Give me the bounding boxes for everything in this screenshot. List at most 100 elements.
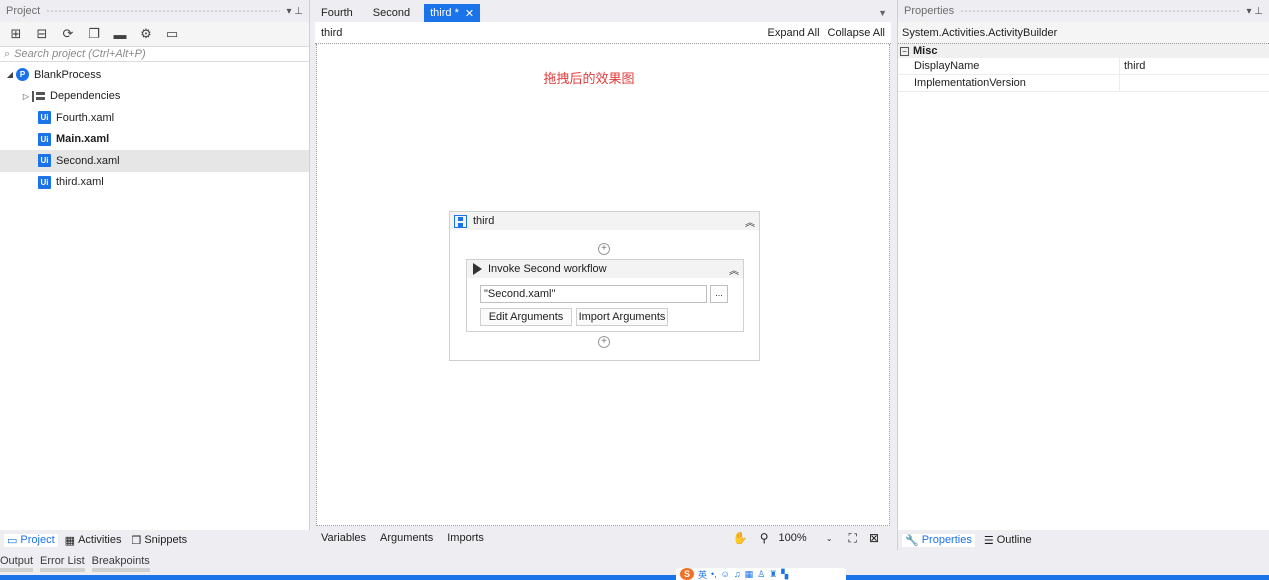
- collapse-box-icon[interactable]: −: [900, 46, 909, 56]
- invoke-workflow-activity[interactable]: Invoke Second workflow ︽ "Second.xaml" .…: [466, 259, 744, 332]
- import-arguments-button[interactable]: Import Arguments: [576, 308, 668, 326]
- collapse-icon[interactable]: ︽: [745, 214, 755, 229]
- user-icon[interactable]: ♙: [757, 569, 765, 580]
- panel-grip[interactable]: [960, 8, 1241, 14]
- variables-tab[interactable]: Variables: [321, 532, 366, 544]
- tab-breakpoints[interactable]: Breakpoints: [91, 555, 150, 572]
- tab-outline[interactable]: ☰ Outline: [981, 534, 1035, 547]
- tab-properties[interactable]: 🔧 Properties: [902, 533, 975, 547]
- project-tree: ◢ P BlankProcess ▷ Dependencies Ui Fourt…: [0, 62, 309, 532]
- breadcrumb-current[interactable]: third: [321, 27, 342, 39]
- tree-item-label: Main.xaml: [56, 133, 110, 146]
- annotation-text: 拖拽后的效果图: [543, 71, 635, 86]
- image-icon[interactable]: ▭: [164, 26, 180, 42]
- designer-bottom-bar: Variables Arguments Imports ✋ ⚲ 100% ⌄ ⛶…: [315, 526, 891, 550]
- tab-label: Second: [372, 7, 411, 19]
- snippets-icon: ❒: [131, 534, 142, 547]
- tab-second[interactable]: Second: [367, 4, 416, 22]
- keyboard-icon[interactable]: ▦: [745, 569, 754, 580]
- tree-item-main[interactable]: Ui Main.xaml: [0, 129, 309, 151]
- sequence-title: third: [473, 215, 495, 227]
- add-activity-icon[interactable]: +: [598, 243, 610, 255]
- property-row: DisplayName third: [898, 58, 1269, 75]
- project-panel-header: Project ▾ ⊥: [0, 0, 309, 22]
- panel-grip[interactable]: [46, 8, 281, 14]
- search-icon[interactable]: ⚲: [760, 531, 769, 545]
- ime-toolbar[interactable]: S 英 •, ☺ ♫ ▦ ♙ ♜ ▚: [676, 568, 846, 580]
- property-name: ImplementationVersion: [898, 75, 1120, 91]
- workflow-path-input[interactable]: "Second.xaml": [480, 285, 707, 303]
- expanded-arrow-icon[interactable]: ◢: [4, 70, 16, 79]
- tree-item-blankprocess[interactable]: ◢ P BlankProcess: [0, 64, 309, 86]
- edit-arguments-button[interactable]: Edit Arguments: [480, 308, 572, 326]
- tab-label: Outline: [996, 534, 1032, 546]
- invoke-header[interactable]: Invoke Second workflow ︽: [467, 260, 743, 278]
- sequence-activity[interactable]: third ︽ + Invoke Second workflow ︽ "Seco…: [449, 211, 760, 361]
- tab-error-list[interactable]: Error List: [40, 555, 85, 572]
- collapse-icon[interactable]: ︽: [729, 262, 739, 277]
- shirt-icon[interactable]: ♜: [769, 569, 777, 580]
- tab-snippets[interactable]: ❒ Snippets: [128, 534, 190, 547]
- properties-panel-header: Properties ▾ ⊥: [898, 0, 1269, 22]
- outline-icon: ☰: [983, 534, 994, 547]
- ui-file-icon: Ui: [38, 111, 51, 125]
- overview-icon[interactable]: ⊠: [869, 531, 879, 545]
- tab-project[interactable]: ▭ Project: [4, 533, 58, 547]
- property-category[interactable]: − Misc: [898, 44, 1269, 58]
- process-icon: P: [16, 68, 29, 82]
- expand-all-link[interactable]: Expand All: [768, 27, 820, 39]
- project-panel-title: Project: [6, 5, 41, 17]
- tab-output[interactable]: Output: [0, 555, 34, 572]
- browse-button[interactable]: ...: [710, 285, 728, 303]
- document-tabs: Fourth Second third * ✕ ▼: [315, 0, 891, 22]
- refresh-icon[interactable]: ⟳: [60, 26, 76, 42]
- fit-to-screen-icon[interactable]: ⛶: [849, 531, 857, 546]
- imports-tab[interactable]: Imports: [447, 532, 484, 544]
- tab-fourth[interactable]: Fourth: [315, 4, 359, 22]
- punctuation-icon[interactable]: •,: [711, 569, 717, 579]
- tree-item-dependencies[interactable]: ▷ Dependencies: [0, 86, 309, 108]
- workflow-canvas[interactable]: 拖拽后的效果图 third ︽ + Invoke Second workflow…: [316, 44, 890, 526]
- collapse-all-icon[interactable]: ⊟: [34, 26, 50, 42]
- tab-third[interactable]: third * ✕: [424, 4, 481, 22]
- tree-item-label: Fourth.xaml: [56, 111, 115, 124]
- ui-file-icon: Ui: [38, 175, 51, 189]
- property-value-input[interactable]: [1120, 75, 1269, 91]
- ime-language[interactable]: 英: [698, 568, 707, 580]
- breadcrumb: third Expand All Collapse All: [315, 22, 891, 44]
- microphone-icon[interactable]: ♫: [734, 569, 741, 579]
- pin-icon[interactable]: ▾ ⊥: [1246, 6, 1263, 17]
- status-bar: [0, 575, 1269, 580]
- right-panel-tabs: 🔧 Properties ☰ Outline: [898, 530, 1269, 550]
- copy-icon[interactable]: ❐: [86, 26, 102, 42]
- project-toolbar: ⊞ ⊟ ⟳ ❐ ▬ ⚙ ▭: [0, 22, 309, 46]
- sequence-header[interactable]: third ︽: [450, 212, 759, 230]
- bottom-tabs: Output Error List Breakpoints: [0, 553, 150, 573]
- collapse-all-link[interactable]: Collapse All: [828, 27, 885, 39]
- emoji-icon[interactable]: ☺: [721, 569, 730, 579]
- search-input[interactable]: ⌕ Search project (Ctrl+Alt+P): [0, 46, 309, 62]
- wrench-icon: 🔧: [905, 534, 919, 547]
- pin-icon[interactable]: ▾ ⊥: [286, 6, 303, 17]
- chevron-down-icon[interactable]: ▼: [874, 8, 891, 22]
- tab-label: Fourth: [321, 7, 353, 19]
- tab-activities[interactable]: ▦ Activities: [62, 534, 125, 547]
- grid-icon[interactable]: ▚: [781, 569, 788, 580]
- collapsed-arrow-icon[interactable]: ▷: [20, 92, 32, 101]
- tree-item-second[interactable]: Ui Second.xaml: [0, 150, 309, 172]
- property-value-input[interactable]: third: [1120, 58, 1269, 74]
- tree-item-fourth[interactable]: Ui Fourth.xaml: [0, 107, 309, 129]
- expand-all-icon[interactable]: ⊞: [8, 26, 24, 42]
- search-placeholder: Search project (Ctrl+Alt+P): [14, 48, 146, 60]
- hand-icon[interactable]: ✋: [733, 531, 748, 545]
- gear-icon[interactable]: ⚙: [138, 26, 154, 42]
- arguments-tab[interactable]: Arguments: [380, 532, 433, 544]
- close-icon[interactable]: ✕: [465, 7, 474, 20]
- designer-panel: Fourth Second third * ✕ ▼ third Expand A…: [315, 0, 891, 550]
- tab-label: Activities: [78, 534, 122, 546]
- dependencies-icon: [32, 90, 45, 102]
- folder-icon[interactable]: ▬: [112, 26, 128, 42]
- add-activity-icon[interactable]: +: [598, 336, 610, 348]
- zoom-select[interactable]: 100% ⌄: [775, 530, 837, 546]
- tree-item-third[interactable]: Ui third.xaml: [0, 172, 309, 194]
